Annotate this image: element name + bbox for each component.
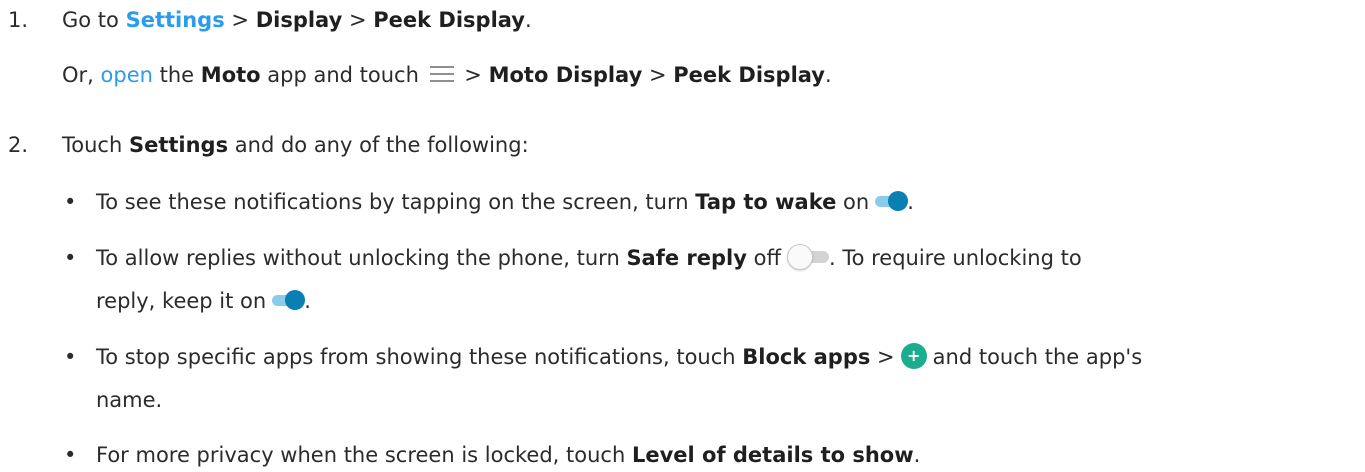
bullet-text: name. [96,388,163,412]
peek-display-label: Peek Display [673,63,825,87]
step-number: 2. [8,133,29,157]
bullet-text: To stop specific apps from showing these… [96,343,1142,371]
bullet-body: off [753,246,781,270]
separator: > [877,345,895,369]
bullet-symbol: • [64,246,77,270]
moto-display-label: Moto Display [488,63,643,87]
separator: > [648,63,667,87]
step-text: app and touch [267,63,419,87]
add-icon: + [900,343,927,369]
step-number: 1. [8,8,29,32]
separator: > [464,63,482,87]
punctuation: . [907,190,914,214]
bullet-text: To see these notifications by tapping on… [96,188,914,216]
step-2-text: Touch Settings and do any of the followi… [62,131,529,159]
peek-display-label: Peek Display [373,8,525,32]
moto-label: Moto [200,63,261,87]
bullet-body: To allow replies without unlocking the p… [96,246,620,270]
bullet-text: To allow replies without unlocking the p… [96,244,1082,272]
bullet-body: For more privacy when the screen is lock… [96,443,626,467]
step-1-alt-text: Or, open the Moto app and touch > Moto D… [62,61,832,89]
safe-reply-label: Safe reply [626,246,747,270]
display-label: Display [255,8,343,32]
bullet-text: reply, keep it on. [96,287,311,315]
level-of-details-label: Level of details to show [631,443,914,467]
menu-icon [429,65,454,83]
bullet-text: For more privacy when the screen is lock… [96,441,920,469]
settings-link[interactable]: Settings [126,8,225,32]
block-apps-label: Block apps [742,345,871,369]
tap-to-wake-label: Tap to wake [695,190,837,214]
punctuation: . [825,63,832,87]
punctuation: . [304,289,311,313]
toggle-on-icon [272,290,306,310]
bullet-symbol: • [64,345,77,369]
bullet-body: To see these notifications by tapping on… [96,190,689,214]
separator: > [231,8,249,32]
bullet-body: reply, keep it on [96,289,267,313]
step-text: Or, [62,63,94,87]
punctuation: . [913,443,921,467]
step-1-text: Go to Settings > Display > Peek Display. [62,6,532,34]
settings-label: Settings [128,133,229,157]
bullet-symbol: • [64,443,77,467]
open-link[interactable]: open [101,63,153,87]
separator: > [348,8,367,32]
toggle-off-icon [786,244,829,270]
step-text: Go to [62,8,119,32]
toggle-on-icon [875,191,909,211]
bullet-symbol: • [64,190,77,214]
bullet-body: and touch the app's [932,345,1143,369]
step-text: Touch [62,133,123,157]
bullet-body: on [843,190,870,214]
step-text: the [159,63,195,87]
bullet-body: To stop specific apps from showing these… [96,345,736,369]
punctuation: . [524,8,532,32]
bullet-body: . To require unlocking to [828,246,1082,270]
step-text: and do any of the following: [234,133,529,157]
